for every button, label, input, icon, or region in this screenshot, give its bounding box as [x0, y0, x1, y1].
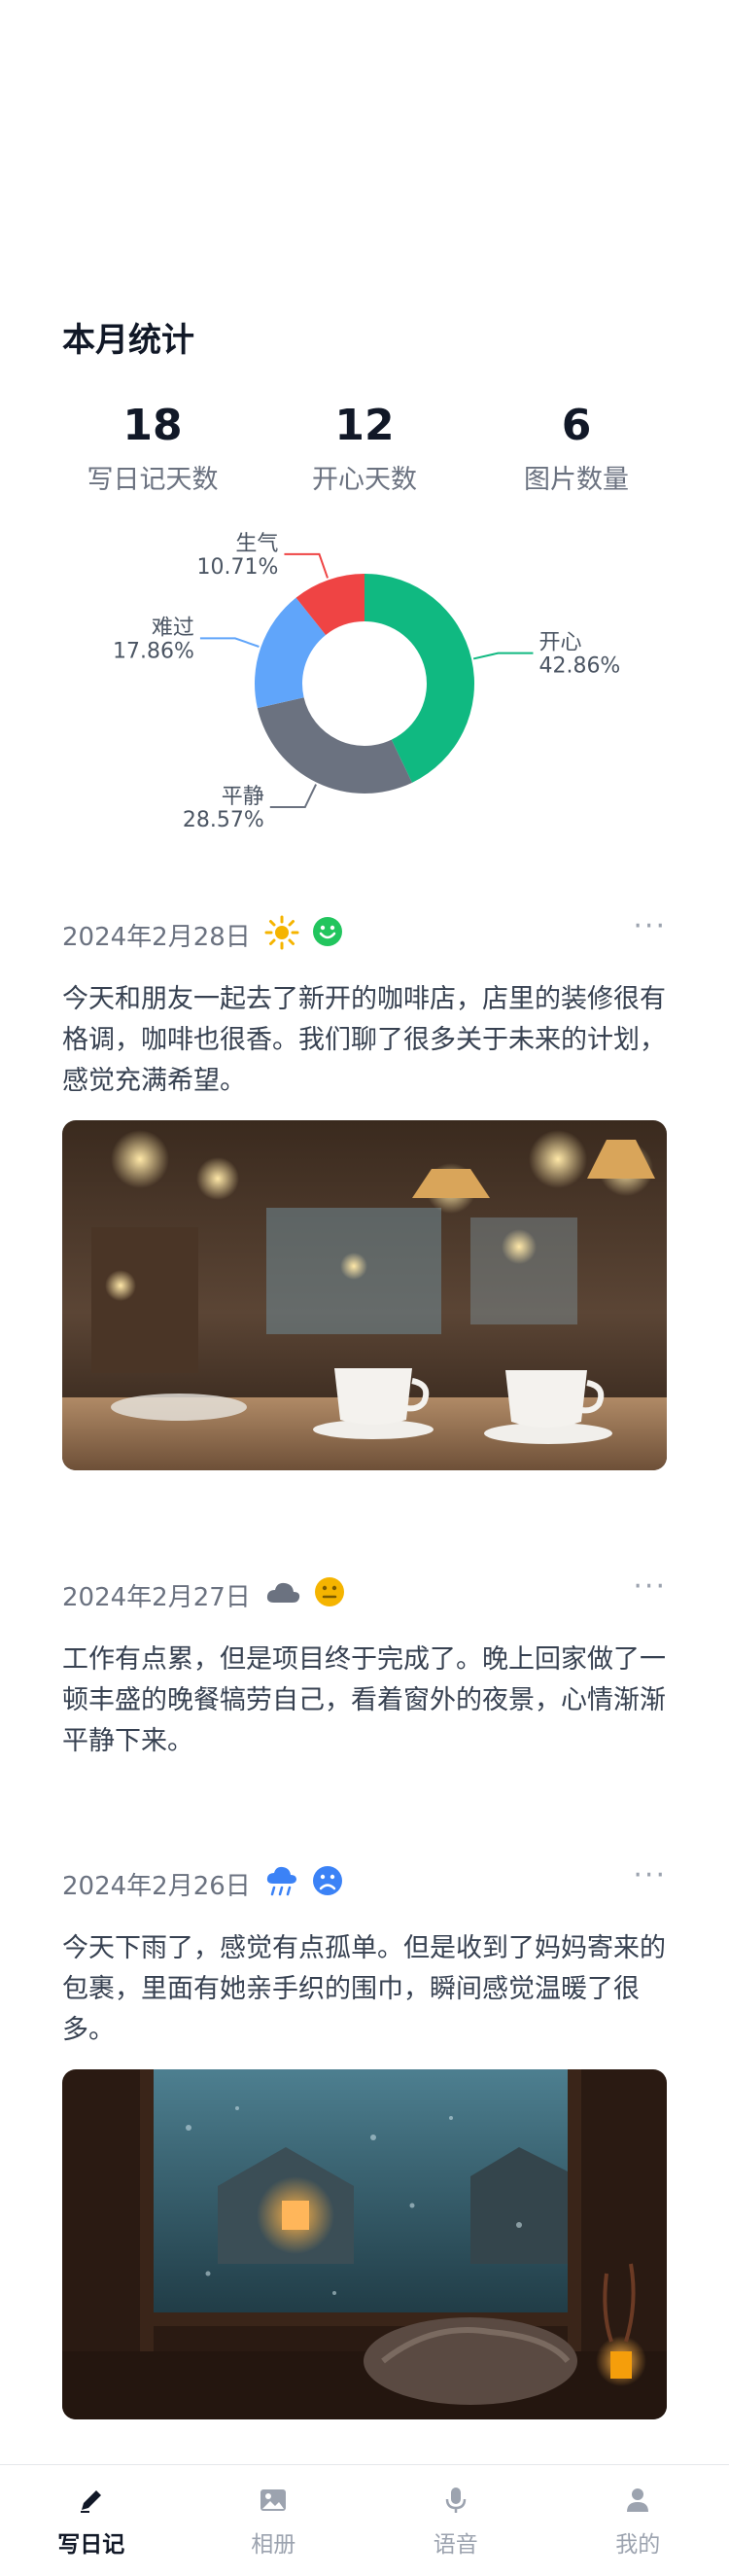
- stat-label: 开心天数: [258, 463, 471, 498]
- tab-profile[interactable]: 我的: [547, 2465, 729, 2576]
- section-title-monthly-stats: 本月统计: [62, 313, 194, 361]
- more-options-button[interactable]: ···: [633, 1570, 667, 1604]
- entry-text: 今天下雨了，感觉有点孤单。但是收到了妈妈寄来的包裹，里面有她亲手织的围巾，瞬间感…: [62, 1928, 667, 2051]
- tab-label: 写日记: [0, 2525, 183, 2558]
- donut-slice-label: 平静: [222, 785, 264, 809]
- mood-donut-chart: 开心42.86% 平静28.57% 难过17.86% 生气10.71%: [0, 515, 729, 836]
- user-icon: [547, 2485, 729, 2520]
- tab-voice[interactable]: 语音: [364, 2465, 547, 2576]
- donut-slice-label: 生气: [235, 532, 278, 556]
- donut-leader-line: [270, 785, 316, 807]
- donut-slice-percent: 42.86%: [538, 654, 620, 679]
- stat-happy-days: 12 开心天数: [258, 397, 471, 498]
- diary-entry[interactable]: 2024年2月28日: [62, 909, 667, 1102]
- entry-photo-coffee-cups[interactable]: [62, 1120, 667, 1470]
- pencil-icon: [0, 2485, 183, 2520]
- tab-label: 我的: [547, 2525, 729, 2558]
- donut-slice-1: [258, 697, 412, 794]
- stat-photo-count: 6 图片数量: [469, 397, 683, 498]
- donut-leader-line: [284, 554, 328, 579]
- entry-text: 今天和朋友一起去了新开的咖啡店，店里的装修很有格调，咖啡也很香。我们聊了很多关于…: [62, 979, 667, 1102]
- more-options-button[interactable]: ···: [633, 909, 667, 943]
- stat-label: 写日记天数: [46, 463, 260, 498]
- more-options-button[interactable]: ···: [633, 1858, 667, 1892]
- donut-slice-percent: 17.86%: [113, 639, 194, 663]
- donut-slice-label: 难过: [152, 616, 194, 640]
- donut-slice-label: 开心: [538, 631, 581, 655]
- happy-face-icon: [311, 915, 344, 954]
- donut-slice-percent: 10.71%: [197, 555, 279, 580]
- tab-album[interactable]: 相册: [183, 2465, 365, 2576]
- stat-value: 6: [469, 397, 683, 455]
- entry-date: 2024年2月28日: [62, 917, 251, 953]
- tab-label: 语音: [364, 2525, 547, 2558]
- stat-diary-days: 18 写日记天数: [46, 397, 260, 498]
- entry-photo-rainy-window[interactable]: [62, 2069, 667, 2419]
- entry-text: 工作有点累，但是项目终于完成了。晚上回家做了一顿丰盛的晚餐犒劳自己，看着窗外的夜…: [62, 1640, 667, 1762]
- tab-write-diary[interactable]: 写日记: [0, 2465, 183, 2576]
- diary-entry[interactable]: 2024年2月27日 ··· 工作有点累，但是项目终于完成了。晚上回家做了一顿丰…: [62, 1570, 667, 1762]
- image-icon: [183, 2485, 365, 2520]
- stat-value: 18: [46, 397, 260, 455]
- donut-leader-line: [473, 653, 533, 659]
- entry-date: 2024年2月26日: [62, 1866, 251, 1902]
- bottom-tab-bar: 写日记 相册 语音 我的: [0, 2464, 729, 2576]
- donut-leader-line: [200, 638, 260, 647]
- microphone-icon: [364, 2485, 547, 2520]
- diary-entry[interactable]: 2024年2月26日 ··· 今天下雨了，感觉有点孤单。但是收到了妈妈寄来的: [62, 1858, 667, 2051]
- donut-slice-percent: 28.57%: [183, 808, 264, 832]
- stat-value: 12: [258, 397, 471, 455]
- rain-icon: [264, 1864, 299, 1903]
- cloud-icon: [264, 1575, 301, 1614]
- neutral-face-icon: [313, 1575, 346, 1614]
- tab-label: 相册: [183, 2525, 365, 2558]
- sun-icon: [264, 915, 299, 954]
- sad-face-icon: [311, 1864, 344, 1903]
- stat-label: 图片数量: [469, 463, 683, 498]
- entry-date: 2024年2月27日: [62, 1577, 251, 1613]
